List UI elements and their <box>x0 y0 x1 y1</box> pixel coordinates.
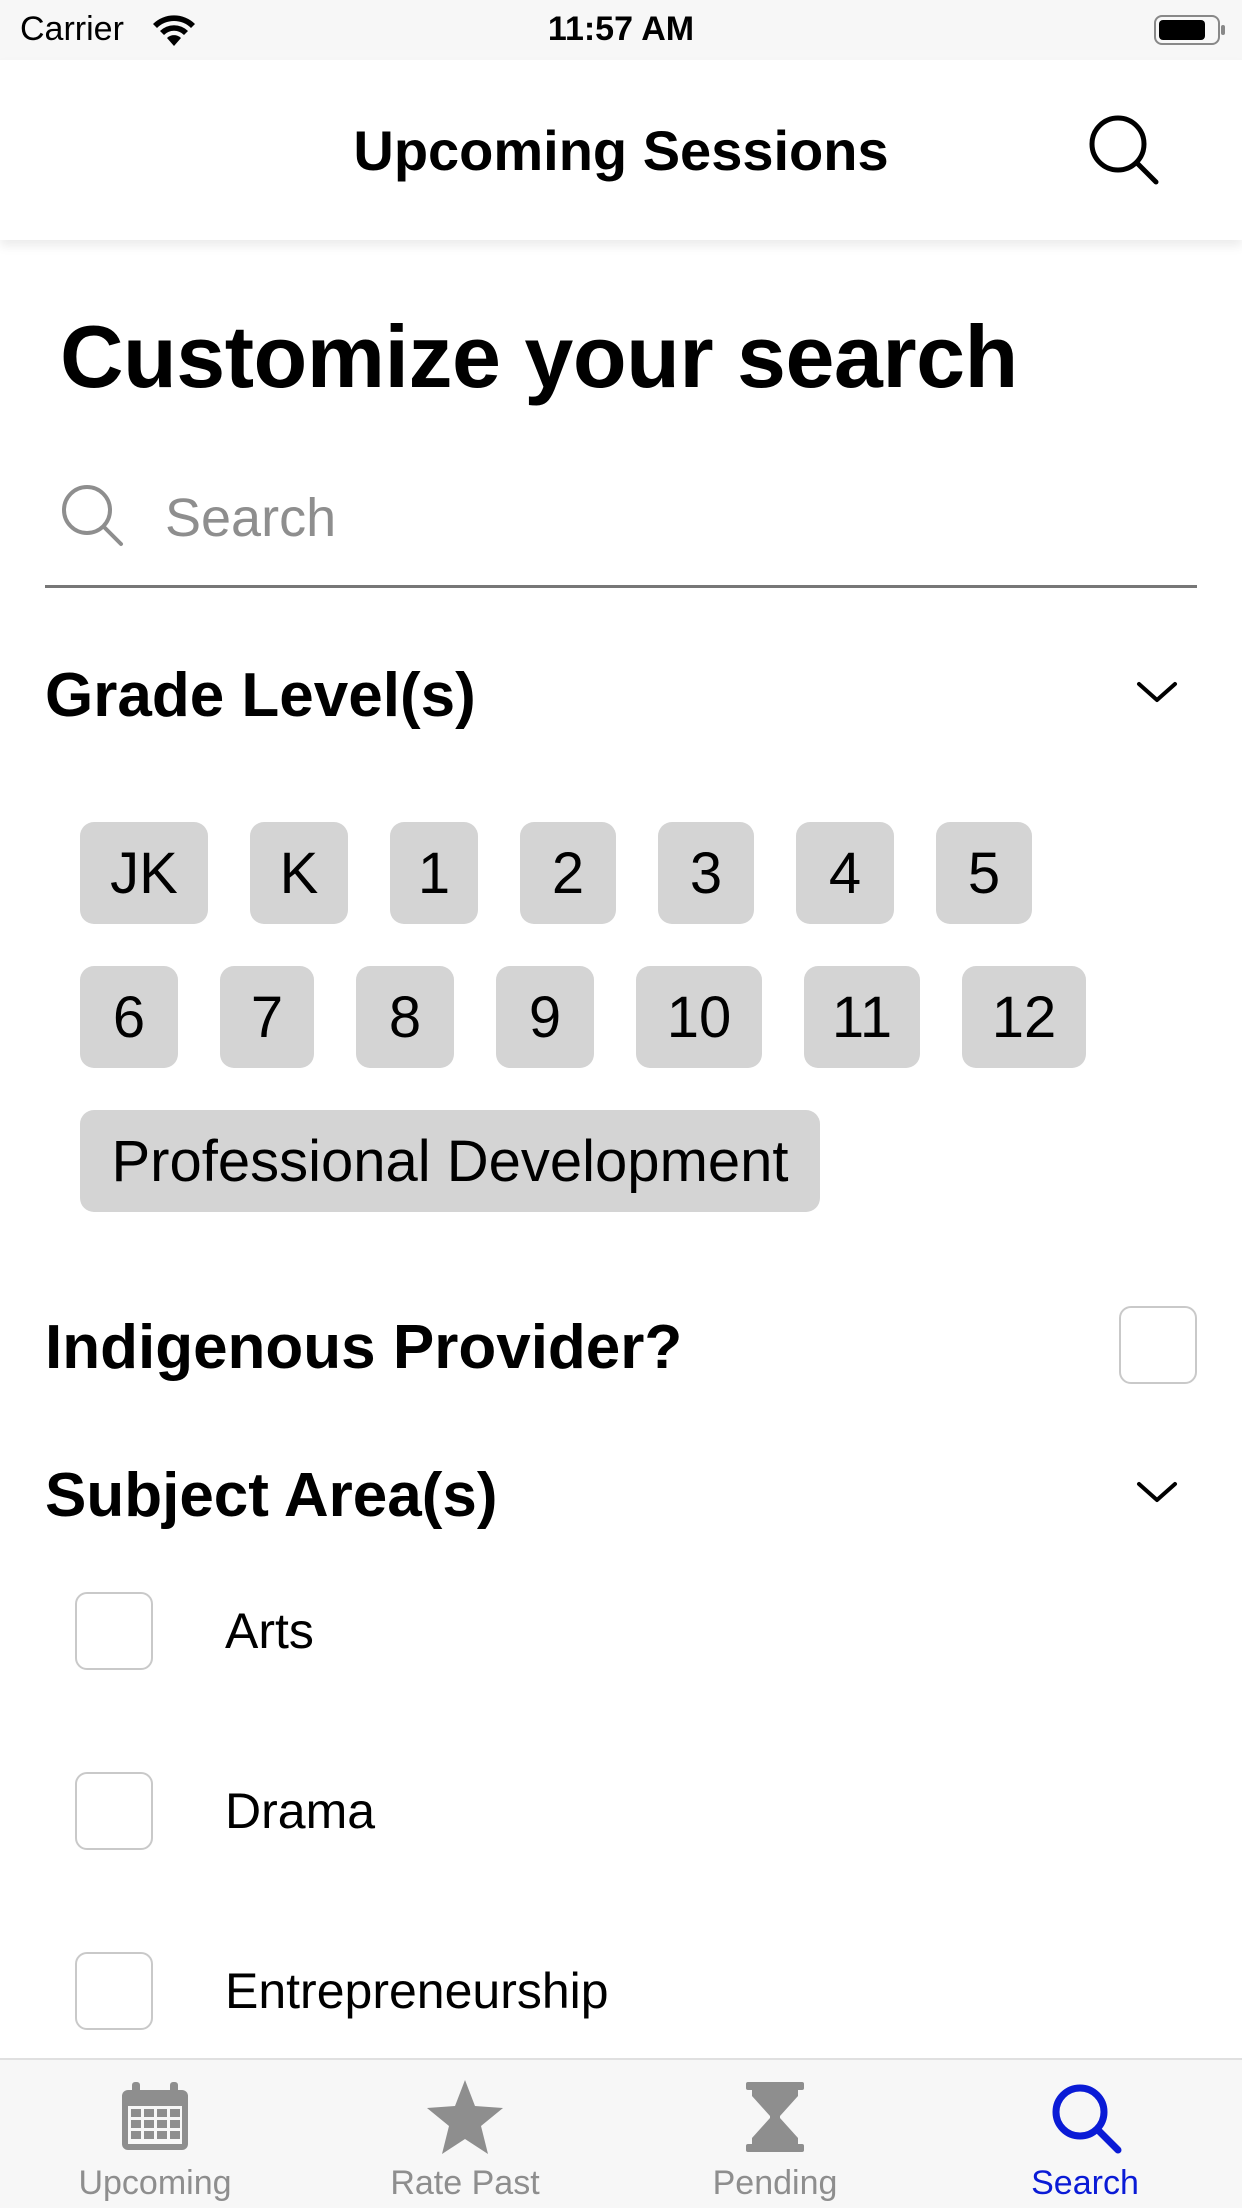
grade-chip-6[interactable]: 6 <box>80 966 178 1068</box>
search-field[interactable] <box>45 460 1197 588</box>
grade-chip-8[interactable]: 8 <box>356 966 454 1068</box>
subject-item-drama[interactable]: Drama <box>75 1772 1175 1952</box>
grade-chip-1[interactable]: 1 <box>390 822 478 924</box>
hourglass-icon <box>746 2082 804 2152</box>
subject-label: Arts <box>225 1603 314 1659</box>
grade-chip-5[interactable]: 5 <box>936 822 1032 924</box>
calendar-icon <box>122 2082 188 2150</box>
grade-chip-professional-development[interactable]: Professional Development <box>80 1110 820 1212</box>
tab-label: Pending <box>712 2164 838 2202</box>
indigenous-provider-label: Indigenous Provider? <box>45 1313 683 1382</box>
search-filters-content: Customize your search Grade Level(s) JK … <box>0 240 1242 2058</box>
grade-chip-3[interactable]: 3 <box>658 822 754 924</box>
grade-chip-11[interactable]: 11 <box>804 966 920 1068</box>
chip-row: 6 7 8 9 10 11 12 <box>80 966 1180 1068</box>
grade-chip-10[interactable]: 10 <box>636 966 762 1068</box>
tab-search[interactable]: Search <box>930 2060 1240 2208</box>
grade-chip-12[interactable]: 12 <box>962 966 1086 1068</box>
search-icon[interactable] <box>1086 112 1162 188</box>
status-time: 11:57 AM <box>547 10 695 48</box>
grade-chip-2[interactable]: 2 <box>520 822 616 924</box>
search-icon <box>1052 2084 1122 2154</box>
grade-chip-jk[interactable]: JK <box>80 822 208 924</box>
subject-item-entrepreneurship[interactable]: Entrepreneurship <box>75 1952 1175 2058</box>
navigation-bar: Upcoming Sessions <box>0 60 1242 240</box>
grade-chips: JK K 1 2 3 4 5 6 7 8 9 10 11 12 Professi… <box>80 822 1180 1254</box>
grade-level-header[interactable]: Grade Level(s) <box>45 648 1197 738</box>
subject-area-header[interactable]: Subject Area(s) <box>45 1448 1197 1538</box>
battery-icon <box>1154 15 1225 45</box>
tab-label: Upcoming <box>78 2164 232 2202</box>
subject-label: Entrepreneurship <box>225 1963 609 2019</box>
subject-item-arts[interactable]: Arts <box>75 1592 1175 1772</box>
status-bar: Carrier 11:57 AM <box>0 0 1242 60</box>
tab-label: Rate Past <box>390 2164 540 2202</box>
search-input[interactable] <box>165 474 1165 562</box>
subject-checkbox-arts[interactable] <box>75 1592 153 1670</box>
tab-upcoming[interactable]: Upcoming <box>0 2060 310 2208</box>
chevron-down-icon[interactable] <box>1135 1478 1179 1506</box>
chip-row: JK K 1 2 3 4 5 <box>80 822 1180 924</box>
grade-chip-7[interactable]: 7 <box>220 966 314 1068</box>
indigenous-provider-checkbox[interactable] <box>1119 1306 1197 1384</box>
subject-area-title: Subject Area(s) <box>45 1461 498 1530</box>
page-heading: Customize your search <box>60 307 1018 406</box>
tab-rate-past[interactable]: Rate Past <box>310 2060 620 2208</box>
subject-checkbox-drama[interactable] <box>75 1772 153 1850</box>
grade-chip-9[interactable]: 9 <box>496 966 594 1068</box>
chip-row: Professional Development <box>80 1110 1180 1212</box>
tab-bar: Upcoming Rate Past Pending Search <box>0 2058 1242 2208</box>
grade-chip-4[interactable]: 4 <box>796 822 894 924</box>
subject-label: Drama <box>225 1783 376 1839</box>
grade-level-title: Grade Level(s) <box>45 661 476 730</box>
grade-chip-k[interactable]: K <box>250 822 348 924</box>
subject-checkbox-entrepreneurship[interactable] <box>75 1952 153 2030</box>
search-icon <box>62 485 123 546</box>
indigenous-provider-row: Indigenous Provider? <box>45 1300 1197 1390</box>
subject-list: Arts Drama Entrepreneurship <box>75 1592 1175 2058</box>
star-icon <box>427 2080 503 2154</box>
tab-label: Search <box>1031 2164 1139 2202</box>
chevron-down-icon[interactable] <box>1135 678 1179 706</box>
nav-title: Upcoming Sessions <box>353 119 889 182</box>
tab-pending[interactable]: Pending <box>620 2060 930 2208</box>
